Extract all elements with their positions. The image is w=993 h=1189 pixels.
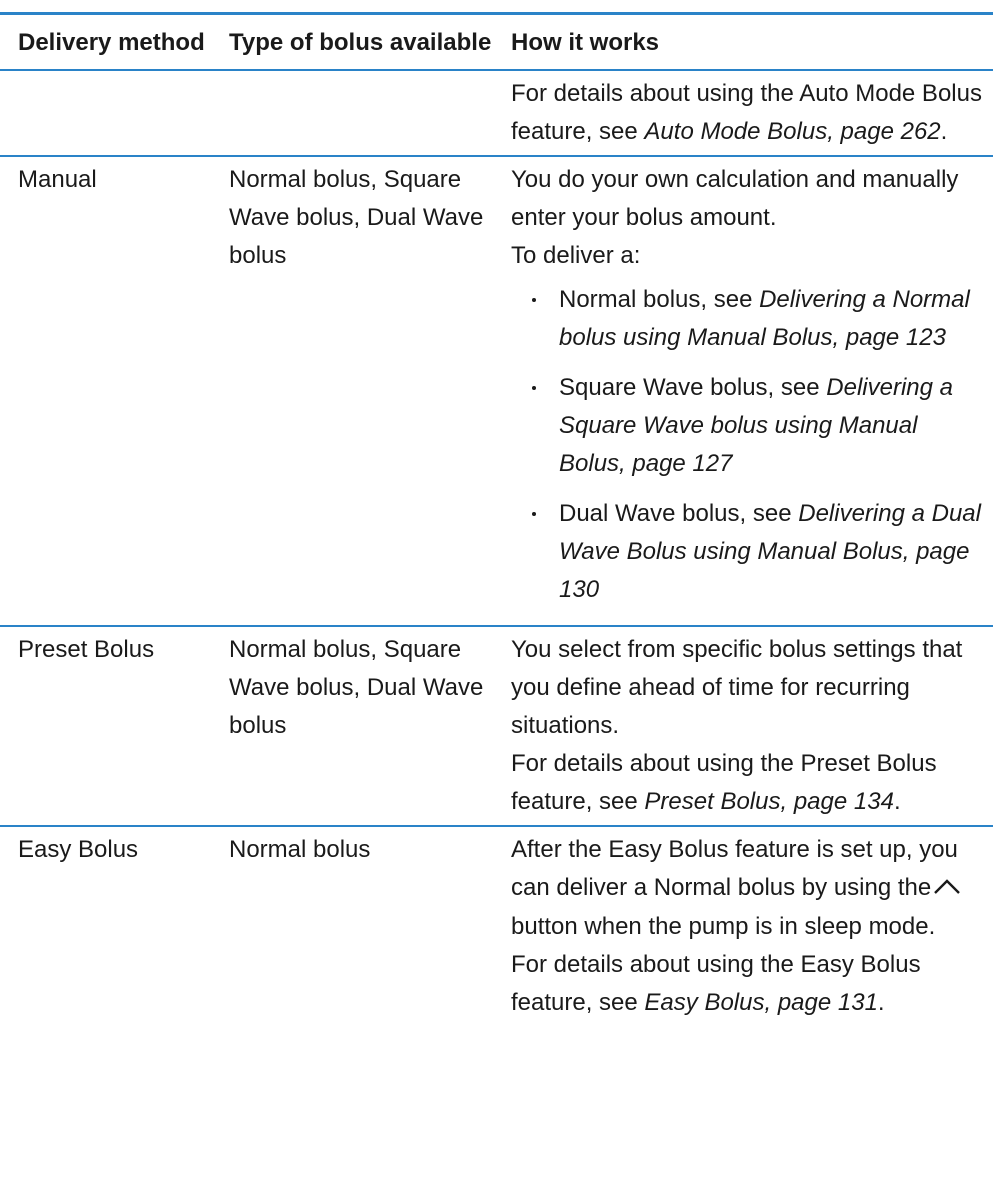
cell-method: Manual xyxy=(18,166,97,193)
cell-how: After the Easy Bolus feature is set up, … xyxy=(505,826,993,1026)
list-item: Square Wave bolus, see Delivering a Squa… xyxy=(511,369,987,483)
table-row: For details about using the Auto Mode Bo… xyxy=(0,70,993,156)
bullet-list: Normal bolus, see Delivering a Normal bo… xyxy=(511,281,987,609)
list-item: Dual Wave bolus, see Delivering a Dual W… xyxy=(511,495,987,609)
table-header-row: Delivery method Type of bolus available … xyxy=(0,13,993,70)
cell-how: You select from specific bolus settings … xyxy=(505,626,993,826)
header-type-of-bolus: Type of bolus available xyxy=(229,29,492,56)
header-how-it-works: How it works xyxy=(511,29,660,56)
text: After the Easy Bolus feature is set up, … xyxy=(511,836,958,901)
cell-how: You do your own calculation and manually… xyxy=(505,156,993,626)
paragraph: For details about using the Auto Mode Bo… xyxy=(511,75,987,151)
text: Normal bolus, see xyxy=(559,286,760,313)
cell-types: Normal bolus xyxy=(229,836,371,863)
text: Dual Wave bolus, see xyxy=(559,500,799,527)
paragraph: After the Easy Bolus feature is set up, … xyxy=(511,831,987,946)
bullet-icon xyxy=(532,512,536,516)
cell-how: For details about using the Auto Mode Bo… xyxy=(505,70,993,156)
header-delivery-method: Delivery method xyxy=(18,29,205,56)
cell-method: Preset Bolus xyxy=(18,636,155,663)
page: Delivery method Type of bolus available … xyxy=(0,0,993,1189)
text: button when the pump is in sleep mode. xyxy=(511,912,936,940)
cell-types xyxy=(211,70,505,156)
paragraph: You do your own calculation and manually… xyxy=(511,166,959,231)
text: Square Wave bolus, see xyxy=(559,374,827,401)
up-chevron-icon xyxy=(933,870,961,908)
text: . xyxy=(940,118,948,145)
cell-types: Normal bolus, Square Wave bolus, Dual Wa… xyxy=(229,166,484,269)
page-reference: Easy Bolus, page 131 xyxy=(644,988,878,1016)
table-row: Easy Bolus Normal bolus After the Easy B… xyxy=(0,826,993,1026)
paragraph: For details about using the Preset Bolus… xyxy=(511,745,987,821)
paragraph: For details about using the Easy Bolus f… xyxy=(511,946,987,1022)
cell-method xyxy=(0,70,211,156)
text: . xyxy=(893,788,901,815)
text: . xyxy=(877,988,885,1016)
cell-types: Normal bolus, Square Wave bolus, Dual Wa… xyxy=(229,636,484,739)
table-row: Manual Normal bolus, Square Wave bolus, … xyxy=(0,156,993,626)
bullet-icon xyxy=(532,386,536,390)
page-reference: Preset Bolus, page 134 xyxy=(644,788,894,815)
page-reference: Auto Mode Bolus, page 262 xyxy=(644,118,941,145)
cell-method: Easy Bolus xyxy=(18,836,139,863)
table-row: Preset Bolus Normal bolus, Square Wave b… xyxy=(0,626,993,826)
list-item: Normal bolus, see Delivering a Normal bo… xyxy=(511,281,987,357)
bullet-icon xyxy=(532,298,536,302)
bolus-delivery-table: Delivery method Type of bolus available … xyxy=(0,12,993,1026)
paragraph: You select from specific bolus settings … xyxy=(511,636,963,739)
paragraph: To deliver a: xyxy=(511,242,641,269)
